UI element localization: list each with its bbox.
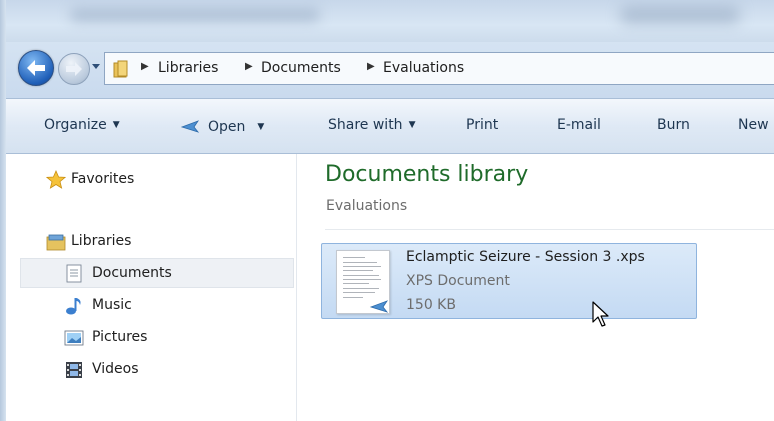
libraries-folder-icon [46, 234, 66, 251]
nav-item-favorites[interactable]: Favorites [46, 166, 246, 194]
music-label: Music [92, 297, 132, 313]
file-item[interactable]: Eclamptic Seizure - Session 3 .xps XPS D… [321, 243, 697, 319]
page-title: Documents library [325, 162, 529, 187]
music-note-icon [66, 298, 81, 315]
recent-pages-chevron-icon[interactable] [91, 63, 101, 71]
nav-item-music[interactable]: Music [64, 292, 264, 320]
share-with-menu[interactable]: Share with ▼ [328, 117, 415, 133]
breadcrumb-documents[interactable]: Documents [261, 60, 341, 76]
command-bar: Organize ▼ Open ▼ Share with ▼ Print E-mail… [0, 98, 774, 154]
breadcrumb-separator-icon[interactable]: ▶ [141, 61, 149, 72]
back-button[interactable] [18, 50, 54, 86]
videos-label: Videos [92, 361, 139, 377]
breadcrumb-separator-icon[interactable]: ▶ [367, 61, 375, 72]
navigation-pane: Favorites Libraries Documents Music Pict… [6, 154, 297, 421]
film-strip-icon [66, 362, 82, 378]
xps-viewer-icon [369, 300, 389, 313]
nav-item-libraries[interactable]: Libraries [46, 228, 246, 256]
nav-item-pictures[interactable]: Pictures [64, 324, 264, 352]
file-type: XPS Document [406, 273, 510, 289]
window-title-blurred [70, 8, 320, 22]
library-folder-icon [113, 60, 128, 78]
pictures-label: Pictures [92, 329, 148, 345]
star-icon [46, 170, 66, 189]
xps-viewer-icon [180, 120, 200, 133]
breadcrumb-libraries[interactable]: Libraries [158, 60, 218, 76]
picture-icon [64, 330, 84, 346]
window-controls-blurred [620, 6, 740, 24]
chevron-down-icon: ▼ [408, 120, 416, 130]
file-name: Eclamptic Seizure - Session 3 .xps [406, 249, 645, 265]
breadcrumb-separator-icon[interactable]: ▶ [245, 61, 253, 72]
file-size: 150 KB [406, 297, 456, 313]
organize-menu[interactable]: Organize ▼ [44, 117, 120, 133]
nav-item-videos[interactable]: Videos [64, 356, 264, 384]
new-folder-button[interactable]: New [738, 117, 769, 133]
document-icon [66, 264, 82, 283]
nav-item-documents[interactable]: Documents [64, 260, 284, 288]
libraries-label: Libraries [71, 233, 132, 249]
arrow-left-icon [27, 60, 45, 76]
arrow-right-icon [66, 62, 82, 76]
organize-label: Organize [44, 117, 107, 133]
print-button[interactable]: Print [466, 117, 498, 133]
library-location: Evaluations [326, 198, 408, 214]
forward-button[interactable] [58, 53, 90, 85]
content-pane: Documents library Evaluations Eclamptic … [297, 154, 774, 421]
share-with-label: Share with [328, 117, 403, 133]
burn-button[interactable]: Burn [657, 117, 690, 133]
title-bar [0, 0, 774, 42]
breadcrumb-evaluations[interactable]: Evaluations [383, 60, 464, 76]
email-button[interactable]: E-mail [557, 117, 601, 133]
xps-document-thumbnail [336, 250, 390, 314]
address-bar[interactable]: ▶ Libraries ▶ Documents ▶ Evaluations [104, 52, 774, 85]
open-button[interactable]: Open ▼ [180, 117, 264, 135]
documents-label: Documents [92, 265, 172, 281]
chevron-down-icon: ▼ [257, 122, 265, 132]
open-label: Open [208, 119, 246, 135]
favorites-label: Favorites [71, 171, 135, 187]
mouse-pointer-icon [592, 301, 609, 327]
chevron-down-icon: ▼ [112, 120, 120, 130]
header-divider [325, 229, 774, 230]
